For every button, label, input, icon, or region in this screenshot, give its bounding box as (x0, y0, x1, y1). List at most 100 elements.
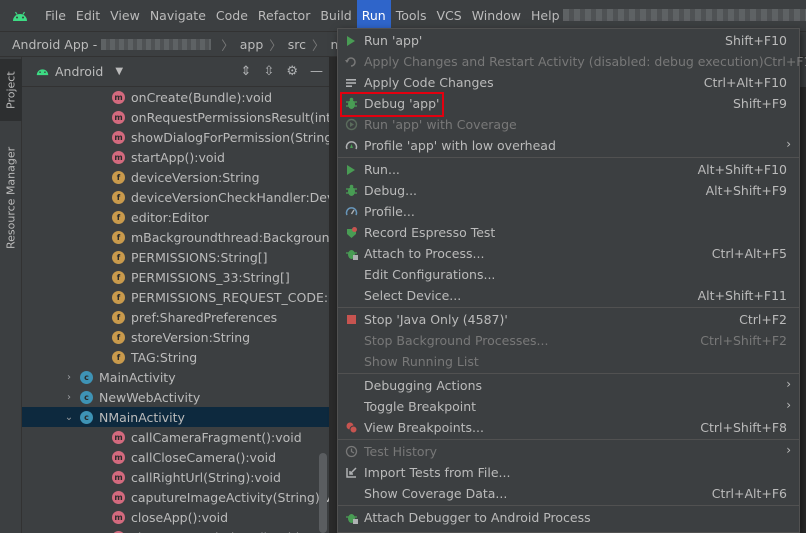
android-studio-logo-icon (0, 0, 40, 31)
expand-all-icon[interactable]: ⇕ (241, 64, 252, 79)
field-icon: f (112, 210, 125, 224)
chevron-down-icon[interactable]: ▼ (115, 66, 123, 77)
menu-view[interactable]: View (105, 0, 145, 31)
tree-row[interactable]: m callCameraFragment():void (22, 427, 329, 447)
menu-file[interactable]: File (40, 0, 71, 31)
tree-row[interactable]: f deviceVersion:String (22, 167, 329, 187)
tree-scrollbar[interactable] (319, 453, 327, 533)
menu-item-show-coverage-data[interactable]: Show Coverage Data... Ctrl+Alt+F6 (338, 483, 799, 504)
tree-row[interactable]: m startApp():void (22, 147, 329, 167)
menu-code[interactable]: Code (211, 0, 253, 31)
menu-item-attach-to-process[interactable]: Attach to Process... Ctrl+Alt+F5 (338, 243, 799, 264)
tree-row[interactable]: f storeVersion:String (22, 327, 329, 347)
tree-row[interactable]: m caputureImageActivity(String):void (22, 487, 329, 507)
tree-row[interactable]: f mBackgroundthread:BackgroundThr (22, 227, 329, 247)
breakpoints-icon (338, 421, 364, 434)
field-icon: f (112, 330, 125, 344)
chevron-down-icon[interactable]: ⌄ (62, 412, 76, 423)
menu-item-label: View Breakpoints... (364, 420, 484, 435)
profile-icon (338, 139, 364, 152)
menu-item-edit-configurations[interactable]: Edit Configurations... (338, 264, 799, 285)
menu-separator (338, 373, 799, 374)
menu-item-shortcut: Alt+Shift+F9 (705, 183, 787, 198)
breadcrumb-project[interactable]: Android App - (12, 37, 97, 52)
menu-window[interactable]: Window (467, 0, 526, 31)
tree-row[interactable]: m callCloseCamera():void (22, 447, 329, 467)
tree-row-label: editor:Editor (131, 209, 209, 225)
menu-item-label: Run 'app' (364, 33, 423, 48)
resource-manager-tool-tab[interactable]: Resource Manager (0, 139, 22, 257)
menu-item-shortcut: Shift+F9 (732, 96, 787, 111)
menu-item-run[interactable]: Run... Alt+Shift+F10 (338, 159, 799, 180)
tree-row[interactable]: f TAG:String (22, 347, 329, 367)
breadcrumb-src[interactable]: src (288, 37, 306, 52)
record-icon (338, 226, 364, 239)
tool-window-strip: Project Resource Manager (0, 57, 22, 533)
class-icon: c (80, 370, 93, 384)
menu-item-debugging-actions[interactable]: Debugging Actions › (338, 375, 799, 396)
gear-icon[interactable]: ⚙ (286, 64, 298, 79)
menu-item-debug-app[interactable]: Debug 'app' Shift+F9 (338, 93, 799, 114)
menu-item-apply-code-changes[interactable]: Apply Code Changes Ctrl+Alt+F10 (338, 72, 799, 93)
menu-item-shortcut: Shift+F10 (725, 33, 787, 48)
breadcrumb-separator: 〉 (221, 37, 234, 53)
tree-row[interactable]: ⌄ c NMainActivity (22, 407, 329, 427)
import-tests-icon (338, 466, 364, 479)
method-icon: m (112, 430, 125, 444)
collapse-all-icon[interactable]: ⇳ (263, 64, 274, 79)
tree-row[interactable]: f PERMISSIONS_33:String[] (22, 267, 329, 287)
attach-debug-icon (338, 247, 364, 260)
menu-refactor[interactable]: Refactor (253, 0, 315, 31)
menu-edit[interactable]: Edit (71, 0, 105, 31)
tree-row[interactable]: › c NewWebActivity (22, 387, 329, 407)
tree-row[interactable]: m callRightUrl(String):void (22, 467, 329, 487)
menu-item-record-espresso-test[interactable]: Record Espresso Test (338, 222, 799, 243)
minimize-icon[interactable]: — (310, 64, 323, 79)
menu-item-select-device[interactable]: Select Device... Alt+Shift+F11 (338, 285, 799, 306)
tree-row[interactable]: m closeApp():void (22, 507, 329, 527)
tree-row-label: pref:SharedPreferences (131, 309, 278, 325)
breadcrumb-app[interactable]: app (240, 37, 264, 52)
tree-row-label: TAG:String (131, 349, 198, 365)
tree-row-label: NewWebActivity (99, 389, 201, 405)
chevron-right-icon[interactable]: › (62, 372, 76, 383)
project-view-selector[interactable]: Android (55, 64, 103, 79)
tree-row[interactable]: m onCreate(Bundle):void (22, 87, 329, 107)
tree-row-label: startApp():void (131, 149, 225, 165)
breadcrumb-redacted (101, 38, 212, 50)
menu-run[interactable]: Run (356, 0, 391, 31)
menu-item-toggle-breakpoint[interactable]: Toggle Breakpoint › (338, 396, 799, 417)
menu-item-shortcut: Ctrl+Shift+F8 (700, 420, 787, 435)
menu-item-label: Select Device... (364, 288, 462, 303)
menu-item-stop-java-only-4587[interactable]: Stop 'Java Only (4587)' Ctrl+F2 (338, 309, 799, 330)
menu-vcs[interactable]: VCS (432, 0, 467, 31)
method-icon: m (112, 90, 125, 104)
menu-item-import-tests-from-file[interactable]: Import Tests from File... (338, 462, 799, 483)
menu-item-debug[interactable]: Debug... Alt+Shift+F9 (338, 180, 799, 201)
menu-navigate[interactable]: Navigate (145, 0, 211, 31)
tree-row[interactable]: f PERMISSIONS_REQUEST_CODE:int (22, 287, 329, 307)
menu-build[interactable]: Build (315, 0, 356, 31)
menu-item-view-breakpoints[interactable]: View Breakpoints... Ctrl+Shift+F8 (338, 417, 799, 438)
tree-row[interactable]: m showDialogForPermission(String):vo (22, 127, 329, 147)
tree-row[interactable]: › c MainActivity (22, 367, 329, 387)
menu-item-label: Show Coverage Data... (364, 486, 508, 501)
tree-row[interactable]: f deviceVersionCheckHandler:DeviceV (22, 187, 329, 207)
chevron-right-icon: › (786, 398, 791, 412)
tree-row[interactable]: f editor:Editor (22, 207, 329, 227)
menu-tools[interactable]: Tools (391, 0, 432, 31)
tree-row[interactable]: m onRequestPermissionsResult(int, Stri (22, 107, 329, 127)
tree-row[interactable]: f pref:SharedPreferences (22, 307, 329, 327)
menu-item-profile[interactable]: Profile... (338, 201, 799, 222)
tree-row[interactable]: mclosePopUpWindows():void (22, 527, 329, 533)
menu-item-attach-debugger-to-android-process[interactable]: Attach Debugger to Android Process (338, 507, 799, 528)
tree-row[interactable]: f PERMISSIONS:String[] (22, 247, 329, 267)
menu-item-run-app[interactable]: Run 'app' Shift+F10 (338, 30, 799, 51)
menu-help[interactable]: Help (526, 0, 565, 31)
project-tool-tab[interactable]: Project (0, 59, 22, 121)
menu-item-profile-app-with-low-overhead[interactable]: Profile 'app' with low overhead › (338, 135, 799, 156)
chevron-right-icon[interactable]: › (62, 392, 76, 403)
menu-item-label: Debug 'app' (364, 96, 440, 111)
project-tree: m onCreate(Bundle):void m onRequestPermissi… (22, 87, 329, 533)
menu-item-label: Run... (364, 162, 400, 177)
